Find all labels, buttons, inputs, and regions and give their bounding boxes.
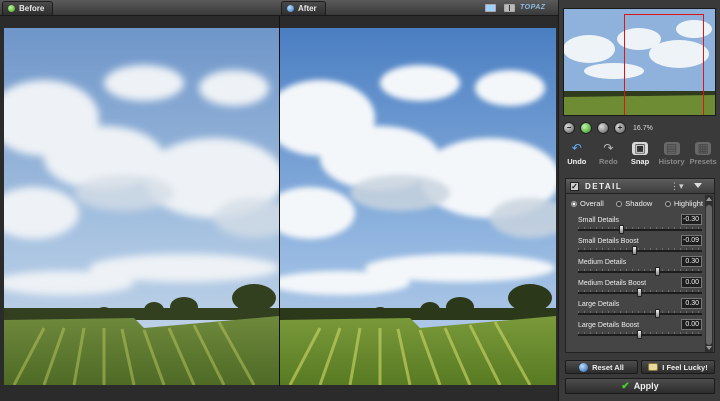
single-view-icon[interactable]: [485, 4, 496, 12]
radio-icon: [664, 200, 671, 207]
navigator-viewport[interactable]: [624, 14, 704, 115]
zoom-controls: − + 16.7%: [563, 121, 653, 135]
slider-label: Medium Details Boost: [578, 280, 647, 287]
undo-button[interactable]: ↶ Undo: [562, 142, 592, 172]
slider-row: Large Details 0.30: [578, 298, 702, 321]
slider-label: Medium Details: [578, 259, 627, 266]
slider-handle[interactable]: [637, 288, 642, 297]
detail-title: DETAIL: [585, 182, 623, 191]
tone-radio-overall[interactable]: Overall: [571, 199, 604, 208]
slider-value-field[interactable]: 0.00: [681, 277, 702, 288]
zoom-in-icon[interactable]: +: [614, 122, 626, 134]
zoom-fit-icon[interactable]: [580, 122, 592, 134]
slider-value-field[interactable]: -0.30: [681, 214, 702, 225]
zoom-actual-icon[interactable]: [597, 122, 609, 134]
slider-row: Medium Details Boost 0.00: [578, 277, 702, 300]
before-label: Before: [19, 4, 45, 13]
detail-enable-checkbox[interactable]: ✓: [570, 182, 579, 191]
redo-icon: ↷: [603, 141, 614, 155]
slider-row: Large Details Boost 0.00: [578, 319, 702, 342]
slider-track[interactable]: [578, 313, 702, 315]
undo-icon: ↶: [571, 141, 582, 155]
navigator-thumbnail[interactable]: [563, 8, 716, 116]
slider-handle[interactable]: [632, 246, 637, 255]
slider-handle[interactable]: [655, 309, 660, 318]
scroll-down-icon[interactable]: [706, 346, 712, 350]
slider-value-field[interactable]: 0.30: [681, 256, 702, 267]
detail-header: ✓ DETAIL ⋮▾: [566, 179, 714, 194]
slider-value-field[interactable]: -0.09: [681, 235, 702, 246]
camera-icon: ▣: [631, 142, 648, 155]
slider-handle[interactable]: [637, 330, 642, 339]
slider-label: Small Details Boost: [578, 238, 639, 245]
snap-button[interactable]: ▣ Snap: [625, 142, 655, 172]
slider-row: Small Details -0.30: [578, 214, 702, 237]
slider-track[interactable]: [578, 229, 702, 231]
tone-selector: Overall Shadow Highlight: [571, 199, 703, 208]
before-image[interactable]: [4, 28, 279, 385]
preview-toolbar: Before After TOPAZ: [0, 0, 558, 16]
zoom-level: 16.7%: [633, 124, 653, 132]
detail-section: ✓ DETAIL ⋮▾ Overall Shadow Highlight Sma…: [565, 178, 715, 353]
detail-scrollbar[interactable]: [705, 195, 713, 352]
slider-value-field[interactable]: 0.00: [681, 319, 702, 330]
scroll-up-icon[interactable]: [706, 197, 712, 201]
checkmark-icon: ✔: [621, 380, 630, 392]
tone-radio-highlight[interactable]: Highlight: [664, 199, 703, 208]
redo-button[interactable]: ↷ Redo: [593, 142, 623, 172]
history-icon: ▤: [663, 142, 680, 155]
zoom-out-icon[interactable]: −: [563, 122, 575, 134]
slider-label: Large Details: [578, 301, 620, 308]
slider-label: Small Details: [578, 217, 619, 224]
after-image[interactable]: [280, 28, 556, 385]
slider-handle[interactable]: [655, 267, 660, 276]
reset-icon: [579, 362, 589, 372]
apply-button[interactable]: ✔ Apply: [565, 378, 715, 394]
slider-value-field[interactable]: 0.30: [681, 298, 702, 309]
radio-selected-icon: [571, 200, 577, 207]
split-view-icon[interactable]: [504, 4, 515, 12]
topaz-logo: TOPAZ: [520, 4, 546, 11]
presets-icon: ▦: [695, 142, 712, 155]
after-label: After: [298, 4, 317, 13]
slider-track[interactable]: [578, 271, 702, 273]
history-button[interactable]: ▤ History: [657, 142, 687, 172]
after-indicator-icon: [287, 5, 294, 12]
slider-row: Small Details Boost -0.09: [578, 235, 702, 258]
before-indicator-icon: [8, 5, 15, 12]
slider-handle[interactable]: [619, 225, 624, 234]
reset-all-button[interactable]: Reset All: [565, 360, 638, 374]
radio-icon: [616, 200, 623, 207]
presets-button[interactable]: ▦ Presets: [688, 142, 718, 172]
slider-row: Medium Details 0.30: [578, 256, 702, 279]
detail-menu-icon[interactable]: [694, 183, 702, 188]
before-tab[interactable]: Before: [2, 1, 54, 15]
slider-track[interactable]: [578, 250, 702, 252]
action-toolbar: ↶ Undo ↷ Redo ▣ Snap ▤ History ▦ Presets: [559, 142, 720, 172]
dice-icon: [648, 363, 659, 371]
settings-panel: − + 16.7% ↶ Undo ↷ Redo ▣ Snap ▤ History…: [558, 0, 720, 401]
after-tab[interactable]: After: [281, 1, 326, 15]
scroll-thumb[interactable]: [706, 205, 712, 345]
feel-lucky-button[interactable]: I Feel Lucky!: [641, 360, 715, 374]
tone-radio-shadow[interactable]: Shadow: [616, 199, 652, 208]
slider-label: Large Details Boost: [578, 322, 640, 329]
detail-tools-icon[interactable]: ⋮▾: [670, 181, 684, 192]
